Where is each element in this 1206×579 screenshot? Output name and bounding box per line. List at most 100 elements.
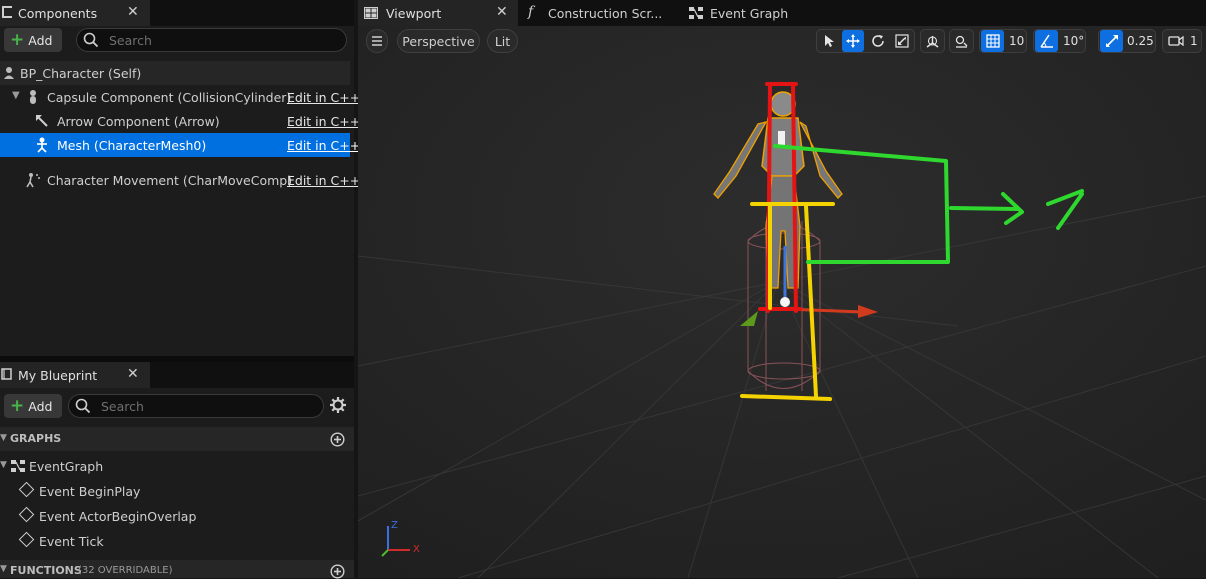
cursor-icon — [825, 35, 834, 47]
viewport-area[interactable]: X Z X — [358, 26, 1206, 578]
scale-icon — [895, 34, 909, 48]
scale-snap-value: 0.25 — [1127, 34, 1154, 48]
viewport-scene — [358, 26, 1206, 578]
components-add-button[interactable]: + Add — [4, 28, 62, 52]
tree-item-capsule-component[interactable]: ▼ Capsule Component (CollisionCylinder) … — [0, 85, 360, 109]
coordinate-space-button[interactable] — [920, 29, 945, 53]
translate-mode-button[interactable] — [842, 30, 864, 52]
capsule-icon — [30, 90, 36, 104]
event-graph-icon — [689, 7, 703, 19]
add-label: Add — [28, 398, 53, 414]
transform-mode-group — [816, 29, 915, 53]
event-item-beginplay[interactable]: Event BeginPlay — [0, 479, 354, 503]
components-tab[interactable]: Components ✕ — [0, 0, 150, 26]
edit-in-cpp-link[interactable]: Edit in C++ — [287, 114, 360, 129]
select-mode-button[interactable] — [818, 30, 840, 52]
camera-speed-button[interactable]: 1 — [1162, 29, 1202, 53]
axis-z-label: Z — [391, 520, 398, 531]
tab-viewport[interactable]: Viewport ✕ — [358, 0, 518, 26]
plus-icon: + — [10, 29, 25, 50]
event-label: Event Tick — [39, 534, 104, 549]
add-label: Add — [28, 32, 53, 48]
grid-icon — [985, 34, 1000, 48]
my-blueprint-tab[interactable]: My Blueprint ✕ — [0, 362, 150, 388]
blueprint-search-input[interactable] — [99, 397, 323, 415]
skeletal-mesh-icon — [37, 137, 47, 153]
scale-mode-button[interactable] — [891, 30, 913, 52]
viewport-icon — [364, 7, 378, 19]
event-diamond-icon — [18, 531, 35, 548]
tree-item-arrow-component[interactable]: Arrow Component (Arrow) Edit in C++ — [0, 109, 360, 133]
graphs-section-header[interactable]: ▼ GRAPHS — [0, 427, 354, 451]
add-function-icon[interactable] — [330, 564, 345, 579]
tree-separator — [0, 158, 350, 168]
components-icon — [2, 6, 12, 18]
tree-item-label: Arrow Component (Arrow) — [57, 113, 220, 129]
move-icon — [846, 34, 860, 48]
camera-speed-value: 1 — [1190, 34, 1198, 48]
scale-snap-group[interactable]: 0.25 — [1098, 29, 1156, 53]
add-graph-icon[interactable] — [330, 432, 345, 447]
scale-snap-icon — [1105, 35, 1118, 47]
grid-snap-toggle[interactable] — [981, 30, 1004, 52]
scale-snap-toggle[interactable] — [1100, 30, 1123, 52]
rotation-snap-group[interactable]: 10° — [1033, 29, 1086, 53]
search-icon — [83, 32, 99, 48]
grid-snap-group[interactable]: 10 — [979, 29, 1027, 53]
event-graph-icon — [11, 460, 25, 472]
edit-in-cpp-link[interactable]: Edit in C++ — [287, 90, 360, 105]
close-icon[interactable]: ✕ — [127, 366, 139, 382]
event-item-actorbeginoverlap[interactable]: Event ActorBeginOverlap — [0, 504, 354, 528]
arrow-icon — [36, 115, 48, 127]
tab-event-graph[interactable]: Event Graph — [682, 0, 842, 26]
edit-in-cpp-link[interactable]: Edit in C++ — [287, 173, 360, 188]
blueprint-add-button[interactable]: + Add — [4, 394, 62, 418]
close-icon[interactable]: ✕ — [496, 4, 508, 20]
event-graph-label: EventGraph — [29, 459, 104, 474]
components-search-field[interactable] — [76, 28, 347, 52]
angle-icon — [1039, 34, 1053, 48]
tree-item-label: BP_Character (Self) — [20, 65, 142, 81]
book-icon — [1, 368, 12, 380]
collapse-arrow-icon: ▼ — [0, 460, 7, 470]
viewport-options-button[interactable] — [366, 29, 388, 53]
tree-item-character-movement[interactable]: Character Movement (CharMoveComp) Edit i… — [0, 168, 360, 192]
surface-snapping-button[interactable] — [949, 29, 974, 53]
close-icon[interactable]: ✕ — [127, 4, 139, 20]
rotate-icon — [872, 35, 884, 47]
event-item-tick[interactable]: Event Tick — [0, 529, 354, 553]
functions-section-header[interactable]: ▼ FUNCTIONS (32 OVERRIDABLE) — [0, 560, 354, 579]
lit-label: Lit — [494, 33, 511, 49]
world-coordinate-icon — [926, 36, 939, 48]
lit-button[interactable]: Lit — [487, 29, 518, 53]
character-icon — [4, 67, 14, 79]
axis-x-label: X — [413, 544, 420, 555]
rotation-snap-value: 10° — [1063, 34, 1085, 48]
perspective-button[interactable]: Perspective — [397, 29, 480, 53]
tree-item-bp-character[interactable]: BP_Character (Self) — [0, 61, 350, 85]
search-icon — [75, 398, 91, 414]
hamburger-menu-icon — [372, 36, 382, 46]
event-label: Event ActorBeginOverlap — [39, 509, 197, 524]
tab-viewport-label: Viewport — [386, 5, 442, 21]
tab-construction-script[interactable]: f Construction Scr... — [520, 0, 680, 26]
functions-overridable-count: (32 OVERRIDABLE) — [78, 565, 173, 576]
tree-item-label: Capsule Component (CollisionCylinder) — [47, 89, 292, 105]
blueprint-search-field[interactable] — [68, 394, 324, 418]
event-label: Event BeginPlay — [39, 484, 141, 499]
functions-header-label: FUNCTIONS — [10, 564, 82, 577]
collapse-arrow-icon: ▼ — [0, 564, 7, 574]
event-graph-item[interactable]: ▼ EventGraph — [0, 454, 354, 478]
rotate-mode-button[interactable] — [867, 30, 889, 52]
tree-item-label: Character Movement (CharMoveComp) — [47, 172, 293, 188]
components-search-input[interactable] — [107, 31, 331, 49]
tree-item-mesh[interactable]: Mesh (CharacterMesh0) Edit in C++ — [0, 133, 360, 157]
tree-item-label: Mesh (CharacterMesh0) — [57, 137, 207, 153]
edit-in-cpp-link[interactable]: Edit in C++ — [287, 138, 360, 153]
movement-icon — [26, 173, 40, 188]
graphs-header-label: GRAPHS — [10, 432, 62, 445]
function-icon: f — [528, 4, 534, 20]
settings-gear-icon[interactable] — [329, 396, 347, 414]
surface-snap-icon — [955, 35, 968, 48]
rotation-snap-toggle[interactable] — [1035, 30, 1058, 52]
